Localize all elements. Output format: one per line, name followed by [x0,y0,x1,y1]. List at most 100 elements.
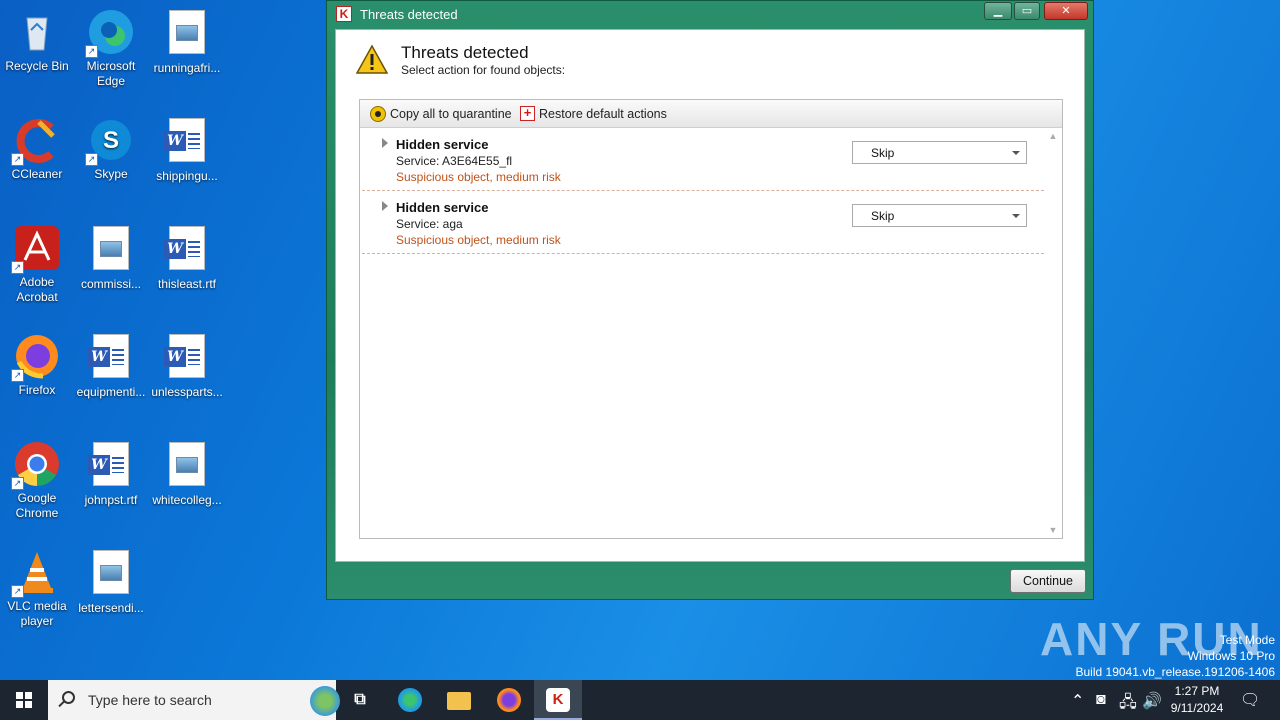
desktop-icon-runningafri[interactable]: runningafri... [150,8,224,76]
ccleaner-icon: ↗ [11,116,61,166]
desktop-icon-thisleast[interactable]: W thisleast.rtf [150,224,224,292]
edge-icon [398,688,422,712]
taskbar-file-explorer[interactable] [435,680,483,720]
desktop-icon-commissi[interactable]: commissi... [74,224,148,292]
threats-detected-window: K Threats detected ▁ ▭ ✕ Threats detecte… [326,0,1094,600]
desktop-icon-firefox[interactable]: ↗ Firefox [0,332,74,398]
expand-arrow-icon[interactable] [382,201,388,211]
close-button[interactable]: ✕ [1044,2,1088,20]
dialog-subheading: Select action for found objects: [401,63,566,77]
desktop-icon-label: VLC media player [7,599,67,628]
shortcut-arrow-icon: ↗ [11,261,24,274]
clock-time: 1:27 PM [1174,684,1220,698]
notification-icon[interactable]: 🗨 [1240,690,1260,710]
desktop-icon-label: Firefox [18,383,56,397]
maximize-button[interactable]: ▭ [1014,2,1040,20]
scroll-down-icon[interactable]: ▼ [1048,525,1058,535]
chevron-down-icon [1012,151,1020,155]
word-doc-icon: W [163,226,211,274]
webcam-icon[interactable]: ◙ [1096,691,1106,709]
shortcut-arrow-icon: ↗ [11,585,24,598]
threats-panel: Copy all to quarantine + Restore default… [359,99,1063,539]
continue-button[interactable]: Continue [1010,569,1086,593]
desktop-icon-label: thisleast.rtf [157,277,217,291]
expand-arrow-icon[interactable] [382,138,388,148]
shortcut-arrow-icon: ↗ [11,153,24,166]
title-bar[interactable]: K Threats detected ▁ ▭ ✕ [327,1,1093,27]
taskbar-kaspersky[interactable]: K [534,680,582,720]
vlc-icon: ↗ [11,548,61,598]
chrome-icon: ↗ [11,440,61,490]
vertical-scrollbar[interactable]: ▲ ▼ [1045,129,1061,537]
folder-icon [447,692,471,710]
edge-icon: ↗ [85,8,135,58]
desktop-icon-johnpst[interactable]: W johnpst.rtf [74,440,148,508]
desktop-icon-label: equipmenti... [76,385,146,399]
desktop-icon-shippingu[interactable]: W shippingu... [150,116,224,184]
image-file-icon [163,10,211,58]
quarantine-icon [370,106,386,122]
clock-date: 9/11/2024 [1170,701,1224,715]
image-file-icon [87,226,135,274]
kaspersky-logo-icon: K [336,6,352,22]
task-view-button[interactable]: ⧉ [336,680,384,720]
word-doc-icon: W [87,334,135,382]
restore-default-actions-label: Restore default actions [539,106,667,121]
maximize-icon: ▭ [1021,5,1033,17]
desktop-icon-edge[interactable]: ↗ Microsoft Edge [74,8,148,89]
taskbar: Type here to search ⧉ K ⌃ ◙ 🖧 🔊 1:27 PM … [0,680,1280,720]
recycle-bin-icon [13,8,61,56]
threat-service: Service: aga [396,217,463,231]
svg-text:S: S [103,127,119,154]
threat-action-value: Skip [871,209,895,223]
taskbar-search-box[interactable]: Type here to search [48,680,340,720]
chevron-up-icon[interactable]: ⌃ [1071,691,1084,711]
firefox-icon [497,688,521,712]
desktop-icon-label: Recycle Bin [5,59,69,73]
desktop-icon-label: johnpst.rtf [84,493,138,507]
desktop-icon-ccleaner[interactable]: ↗ CCleaner [0,116,74,182]
taskbar-edge[interactable] [386,680,434,720]
search-icon [62,691,75,704]
copy-all-to-quarantine-button[interactable]: Copy all to quarantine [370,106,512,122]
desktop-icon-label: shippingu... [156,169,218,183]
threat-risk: Suspicious object, medium risk [396,233,561,247]
threat-name: Hidden service [396,137,489,152]
desktop-icon-adobe-acrobat[interactable]: ↗ Adobe Acrobat [0,224,74,305]
threat-service: Service: A3E64E55_fl [396,154,513,168]
volume-icon[interactable]: 🔊 [1142,691,1162,711]
watermark-line-2: Windows 10 Pro [1187,649,1275,663]
desktop-icon-google-chrome[interactable]: ↗ Google Chrome [0,440,74,521]
word-doc-icon: W [163,334,211,382]
firefox-icon: ↗ [11,332,61,382]
restore-default-actions-button[interactable]: + Restore default actions [520,106,667,121]
desktop-icon-skype[interactable]: S ↗ Skype [74,116,148,182]
threat-action-select[interactable]: Skip [852,204,1027,227]
start-button[interactable] [0,680,48,720]
threat-action-value: Skip [871,146,895,160]
desktop-icon-label: CCleaner [11,167,63,181]
search-placeholder: Type here to search [88,692,212,708]
word-doc-icon: W [163,118,211,166]
desktop-icon-label: Google Chrome [15,491,59,520]
desktop-icon-recycle-bin[interactable]: Recycle Bin [0,8,74,74]
taskbar-clock[interactable]: 1:27 PM 9/11/2024 [1160,683,1234,717]
desktop-icon-label: commissi... [81,277,141,291]
desktop-icon-whitecolleg[interactable]: whitecolleg... [150,440,224,508]
shortcut-arrow-icon: ↗ [11,369,24,382]
minimize-icon: ▁ [993,5,1003,17]
taskbar-firefox[interactable] [485,680,533,720]
scroll-up-icon[interactable]: ▲ [1048,131,1058,141]
desktop-icon-equipmenti[interactable]: W equipmenti... [74,332,148,400]
desktop-icon-label: whitecolleg... [152,493,222,507]
threat-action-select[interactable]: Skip [852,141,1027,164]
desktop-icon-lettersendi[interactable]: lettersendi... [74,548,148,616]
network-icon[interactable]: 🖧 [1119,691,1137,718]
desktop-icon-unlessparts[interactable]: W unlessparts... [150,332,224,400]
watermark-line-1: Test Mode [1219,633,1275,647]
task-view-icon: ⧉ [354,691,366,708]
watermark-line-3: Build 19041.vb_release.191206-1406 [1075,665,1276,679]
desktop-icon-label: Skype [94,167,128,181]
desktop-icon-vlc[interactable]: ↗ VLC media player [0,548,74,629]
minimize-button[interactable]: ▁ [984,2,1012,20]
